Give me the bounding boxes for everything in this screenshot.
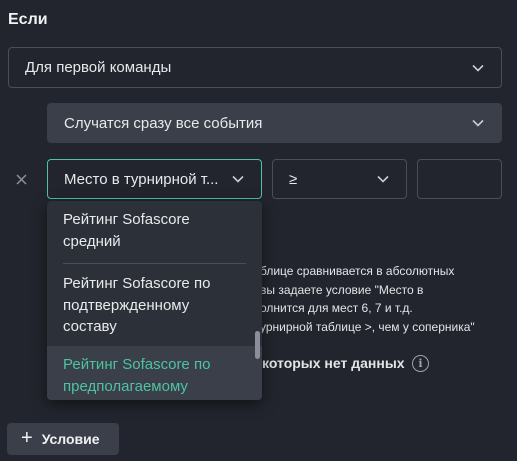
no-data-label: которых нет данных [262,355,405,371]
team-select-value: Для первой команды [25,59,172,76]
condition-field-dropdown: Рейтинг Sofascore средний Рейтинг Sofasc… [47,201,262,400]
option-label-line: Рейтинг Sofascore по [63,275,211,292]
section-heading: Если [8,11,48,28]
option-divider [63,263,246,264]
option-label-line: предполагаемому [63,377,188,395]
events-select-value: Случатся сразу все события [64,114,263,132]
info-line: блице сравнивается в абсолютных [260,264,455,278]
chevron-down-icon [471,116,485,130]
condition-field-value: Место в турнирной т... [64,170,219,188]
dropdown-scrollbar-thumb[interactable] [255,331,260,359]
info-icon[interactable]: i [412,355,429,372]
chevron-down-icon [376,172,390,186]
dropdown-option-hovered[interactable]: Рейтинг Sofascore по предполагаемому [47,346,262,400]
option-label-line: Рейтинг Sofascore по [63,356,211,373]
add-condition-button[interactable]: + Условие [7,423,119,455]
chevron-up-icon [231,172,245,186]
condition-value-input[interactable] [417,159,502,199]
info-line: олнится для мест 6, 7 и т.д. [260,301,413,315]
condition-operator-value: ≥ [289,170,298,188]
dropdown-option[interactable]: Рейтинг Sofascore по подтвержденному сос… [47,273,262,338]
option-label-line: Рейтинг Sofascore [63,211,190,228]
team-select[interactable]: Для первой команды [8,47,502,88]
info-line: вы задаете условие "Место в [260,282,424,297]
events-select[interactable]: Случатся сразу все события [47,103,502,143]
add-condition-label: Условие [41,431,100,447]
condition-operator-select[interactable]: ≥ [272,159,407,199]
option-label-line: подтвержденному [63,296,190,314]
option-label-line: составу [63,318,117,335]
dropdown-option[interactable]: Рейтинг Sofascore средний [47,209,262,252]
remove-condition-close-icon[interactable] [12,170,30,188]
info-line: урнирной таблице >, чем у соперника" [260,319,475,334]
info-description: блице сравнивается в абсолютных вы задае… [260,262,515,336]
condition-field-select[interactable]: Место в турнирной т... [47,159,262,199]
option-label-line: средний [63,232,121,250]
chevron-down-icon [471,61,485,75]
plus-icon: + [21,426,33,449]
